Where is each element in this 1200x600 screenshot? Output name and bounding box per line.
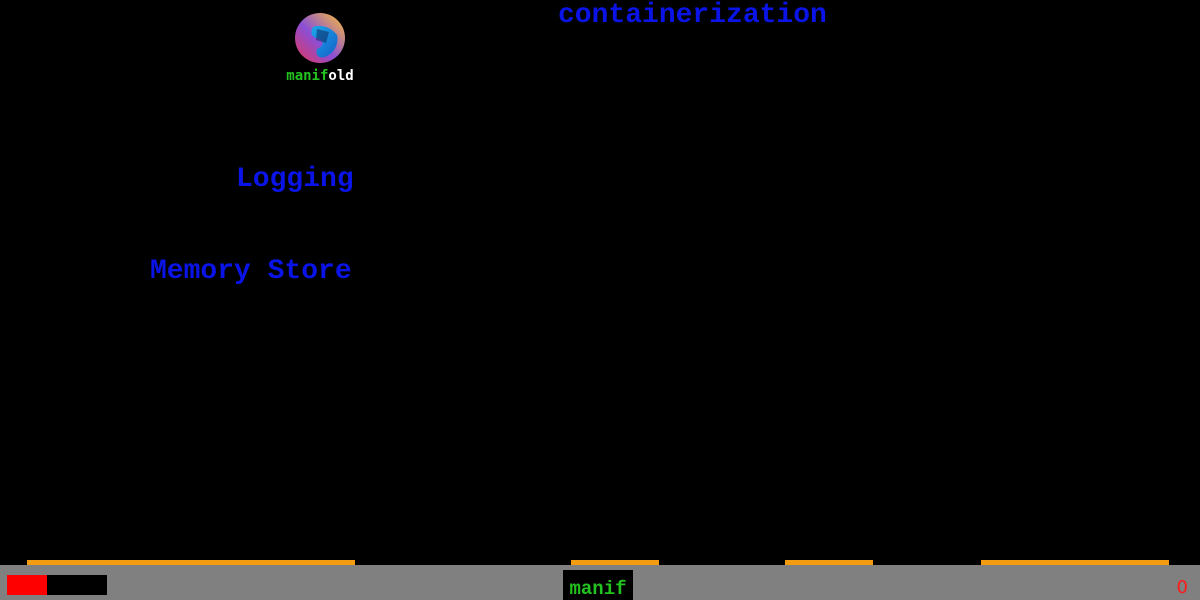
falling-word-containerization: containerization <box>558 0 827 31</box>
logo-text-typed-part: manif <box>286 68 329 84</box>
manifold-logo-text: manifold <box>270 68 370 84</box>
falling-word-logging: Logging <box>236 164 354 195</box>
hud-bar: manif 0 <box>0 565 1200 600</box>
manifold-logo: manifold <box>270 10 370 90</box>
health-bar-fill <box>7 575 47 595</box>
logo-text-remaining-part: old <box>328 68 354 84</box>
health-bar <box>7 575 107 595</box>
typed-input-box[interactable]: manif <box>563 570 633 600</box>
game-scene: manifold containerization Logging Memory… <box>0 0 1200 600</box>
manifold-logo-icon <box>295 13 345 63</box>
falling-word-memory-store: Memory Store <box>150 256 352 287</box>
score-counter: 0 <box>1176 577 1188 598</box>
